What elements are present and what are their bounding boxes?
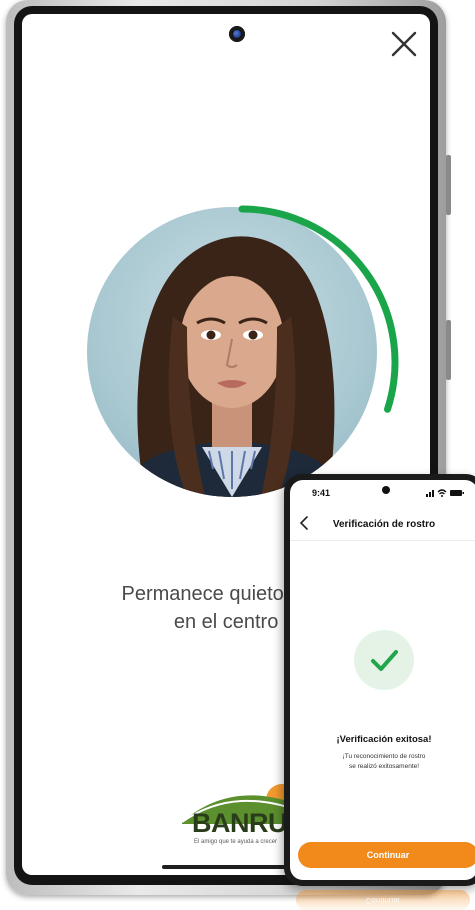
success-screen: 9:41 Verificación de rostro ¡Verificació… (290, 480, 475, 880)
success-subtitle-line-1: ¡Tu reconocimiento de rostro (342, 753, 426, 760)
status-bar: 9:41 (290, 486, 475, 502)
close-icon (391, 31, 417, 57)
app-stage: Permanece quieto, colc en el centro del … (0, 0, 475, 910)
home-indicator (162, 865, 302, 869)
button-reflection: Continuar (296, 890, 470, 910)
wifi-icon (437, 489, 447, 497)
success-subtitle: ¡Tu reconocimiento de rostro se realizó … (310, 752, 458, 772)
success-badge (354, 630, 414, 690)
success-subtitle-line-2: se realizó exitosamente! (348, 763, 420, 770)
signal-icon (426, 490, 434, 497)
battery-icon (450, 490, 464, 496)
progress-arc (238, 205, 399, 413)
status-glyphs (426, 489, 464, 497)
status-icons (426, 488, 466, 500)
camera-notch (382, 486, 390, 494)
close-button[interactable] (388, 28, 420, 60)
power-button (446, 155, 451, 215)
status-time: 9:41 (312, 488, 331, 498)
nav-title: Verificación de rostro (332, 519, 436, 530)
front-camera (229, 26, 245, 42)
nav-bar: Verificación de rostro (290, 510, 475, 538)
phone-success: 9:41 Verificación de rostro ¡Verificació… (284, 474, 475, 886)
check-icon (371, 650, 398, 671)
volume-button (446, 320, 451, 380)
reflection-label: Continuar (365, 896, 401, 905)
continue-button[interactable]: Continuar (298, 842, 475, 868)
logo-tagline: El amigo que te ayuda a crecer (194, 839, 278, 845)
success-title: ¡Verificación exitosa! (336, 734, 432, 745)
nav-divider (290, 540, 475, 541)
